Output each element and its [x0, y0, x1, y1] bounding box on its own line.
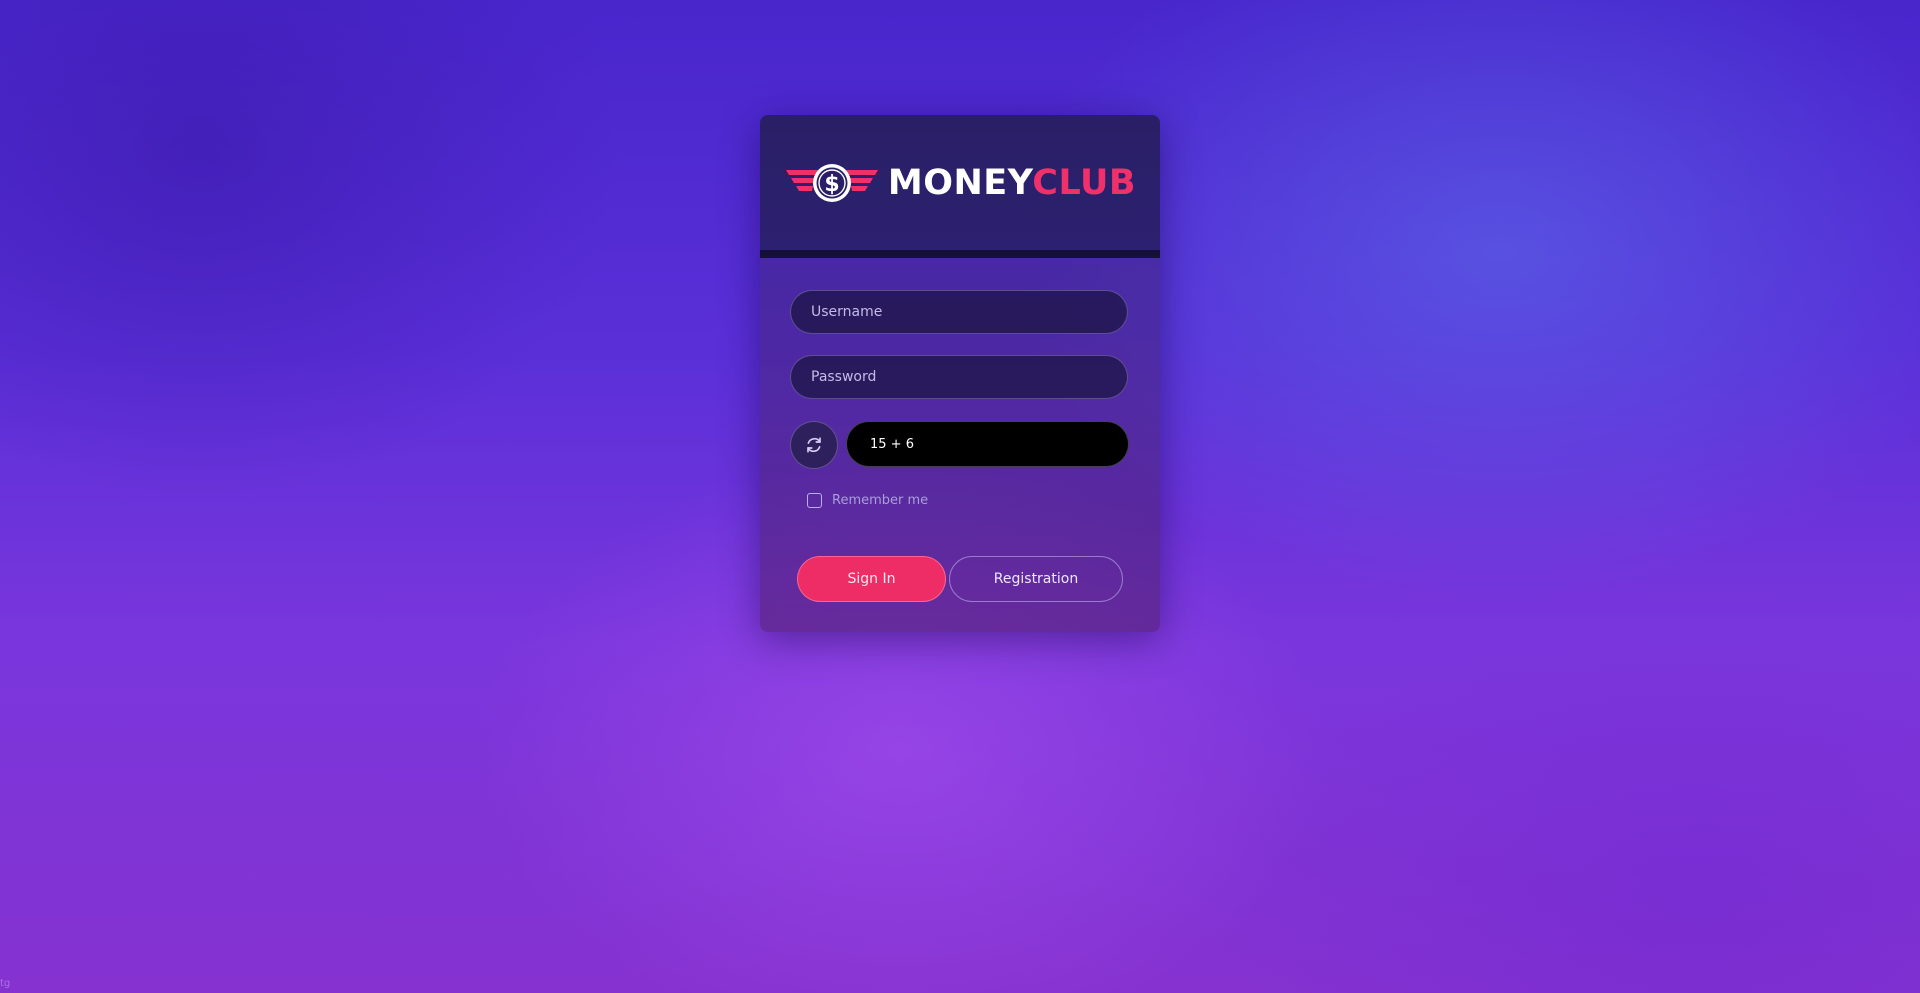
remember-me-option[interactable]: Remember me — [807, 493, 928, 508]
brand-word-club: CLUB — [1032, 162, 1137, 203]
captcha-question: 15 + 6 — [870, 436, 914, 452]
remember-me-label: Remember me — [832, 493, 929, 508]
svg-text:$: $ — [824, 172, 839, 197]
remember-me-checkbox[interactable] — [807, 493, 822, 508]
password-input[interactable] — [790, 355, 1128, 399]
brand-word-money: MONEY — [887, 162, 1033, 203]
login-card: $ MONEYCLUB 15 + 6 Remember me Sign In R… — [760, 115, 1160, 632]
sign-in-button[interactable]: Sign In — [797, 556, 946, 602]
logo-header: $ MONEYCLUB — [760, 115, 1160, 258]
captcha-field[interactable]: 15 + 6 — [846, 421, 1129, 467]
username-input[interactable] — [790, 290, 1128, 334]
brand-wordmark: MONEYCLUB — [888, 163, 1136, 203]
corner-text: tg — [0, 978, 11, 989]
refresh-icon — [807, 437, 821, 453]
registration-button[interactable]: Registration — [949, 556, 1123, 602]
winged-dollar-coin-icon: $ — [785, 163, 878, 202]
captcha-refresh-button[interactable] — [790, 421, 838, 469]
